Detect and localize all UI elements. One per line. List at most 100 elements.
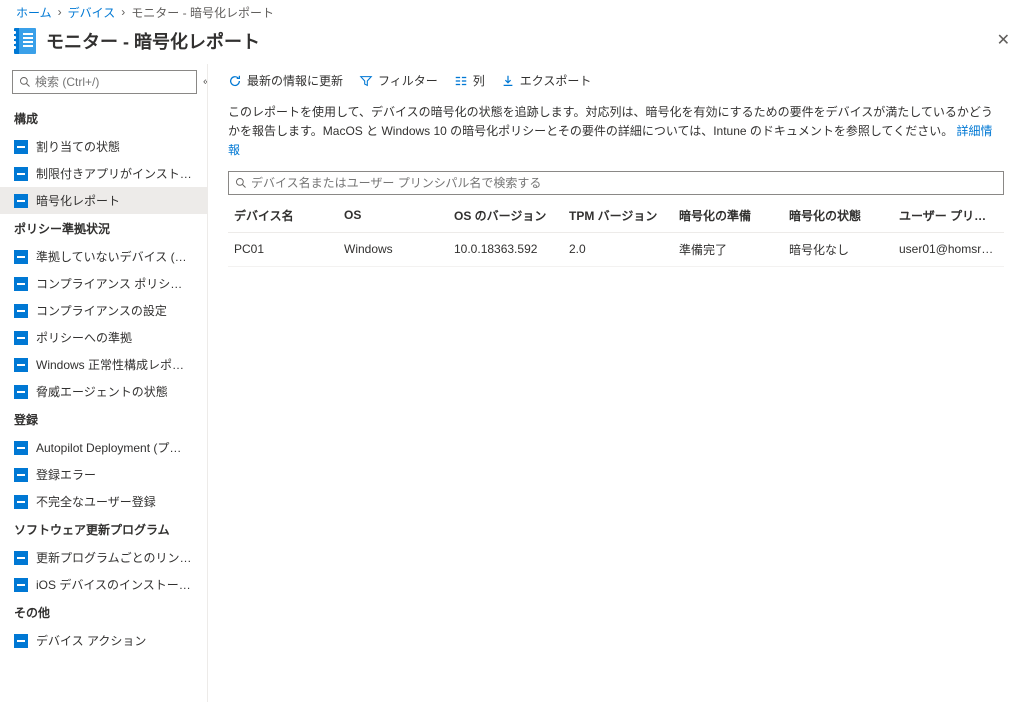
sidebar-item[interactable]: 暗号化レポート	[0, 187, 207, 214]
sidebar-item-label: 更新プログラムごとのリングの展開の...	[36, 549, 193, 566]
col-osversion[interactable]: OS のバージョン	[454, 207, 569, 224]
monitor-item-icon	[14, 304, 28, 318]
close-icon[interactable]: ✕	[997, 30, 1010, 50]
monitor-item-icon	[14, 167, 28, 181]
sidebar-item-label: 登録エラー	[36, 466, 96, 483]
sidebar-item-label: コンプライアンス ポリシーのないデバイ...	[36, 275, 193, 292]
monitor-item-icon	[14, 358, 28, 372]
monitor-item-icon	[14, 277, 28, 291]
sidebar-item-label: 制限付きアプリがインストールされた...	[36, 165, 193, 182]
sidebar-item[interactable]: コンプライアンスの設定	[0, 297, 207, 324]
encryption-table: デバイス名 OS OS のバージョン TPM バージョン 暗号化の準備 暗号化の…	[228, 199, 1004, 267]
monitor-report-icon	[14, 28, 36, 54]
toolbar: 最新の情報に更新 フィルター 列 エクスポート	[208, 64, 1024, 97]
columns-button[interactable]: 列	[454, 72, 485, 89]
sidebar-item[interactable]: 準拠していないデバイス (プレビュー)	[0, 243, 207, 270]
sidebar-item-label: Autopilot Deployment (プレビュー)	[36, 439, 193, 456]
table-row[interactable]: PC01Windows10.0.18363.5922.0準備完了暗号化なしuse…	[228, 233, 1004, 267]
breadcrumb-home[interactable]: ホーム	[16, 4, 52, 21]
sidebar-item[interactable]: 更新プログラムごとのリングの展開の...	[0, 544, 207, 571]
monitor-item-icon	[14, 468, 28, 482]
sidebar-item[interactable]: iOS デバイスのインストール エラー	[0, 571, 207, 598]
sidebar-group-title: ポリシー準拠状況	[0, 214, 207, 243]
sidebar-item[interactable]: ポリシーへの準拠	[0, 324, 207, 351]
description: このレポートを使用して、デバイスの暗号化の状態を追跡します。対応列は、暗号化を有…	[208, 97, 1024, 171]
table-filter-box[interactable]	[228, 171, 1004, 195]
cell-state: 暗号化なし	[789, 241, 899, 258]
columns-label: 列	[473, 72, 485, 89]
col-tpm[interactable]: TPM バージョン	[569, 207, 679, 224]
sidebar-item[interactable]: 制限付きアプリがインストールされた...	[0, 160, 207, 187]
sidebar-item[interactable]: 登録エラー	[0, 461, 207, 488]
export-icon	[501, 74, 515, 88]
cell-tpm: 2.0	[569, 242, 679, 256]
table-filter-input[interactable]	[251, 176, 997, 190]
sidebar-item[interactable]: 不完全なユーザー登録	[0, 488, 207, 515]
search-icon	[235, 177, 247, 189]
cell-os: Windows	[344, 242, 454, 256]
content-pane: 最新の情報に更新 フィルター 列 エクスポート このレポートを使用して、デバイス…	[208, 64, 1024, 702]
breadcrumb-devices[interactable]: デバイス	[68, 4, 116, 21]
col-ready[interactable]: 暗号化の準備	[679, 207, 789, 224]
monitor-item-icon	[14, 495, 28, 509]
sidebar-item[interactable]: 割り当ての状態	[0, 133, 207, 160]
page-title: モニター - 暗号化レポート	[46, 28, 260, 54]
sidebar-search-input[interactable]	[35, 75, 190, 89]
sidebar-item-label: Windows 正常性構成レポート	[36, 356, 193, 373]
sidebar-item-label: コンプライアンスの設定	[36, 302, 167, 319]
col-upn[interactable]: ユーザー プリンシパル名	[899, 207, 998, 224]
sidebar-group-title: 構成	[0, 104, 207, 133]
sidebar-search-box[interactable]	[12, 70, 197, 94]
sidebar: « 構成割り当ての状態制限付きアプリがインストールされた...暗号化レポートポリ…	[0, 64, 208, 702]
monitor-item-icon	[14, 194, 28, 208]
sidebar-item-label: 割り当ての状態	[36, 138, 120, 155]
export-label: エクスポート	[520, 72, 592, 89]
sidebar-item-label: 暗号化レポート	[36, 192, 120, 209]
sidebar-item[interactable]: コンプライアンス ポリシーのないデバイ...	[0, 270, 207, 297]
sidebar-group-title: 登録	[0, 405, 207, 434]
sidebar-item[interactable]: 脅威エージェントの状態	[0, 378, 207, 405]
col-state[interactable]: 暗号化の状態	[789, 207, 899, 224]
col-device[interactable]: デバイス名	[234, 207, 344, 224]
sidebar-item-label: 脅威エージェントの状態	[36, 383, 168, 400]
filter-label: フィルター	[378, 72, 438, 89]
table-header: デバイス名 OS OS のバージョン TPM バージョン 暗号化の準備 暗号化の…	[228, 199, 1004, 233]
sidebar-item-label: デバイス アクション	[36, 632, 146, 649]
sidebar-group-title: ソフトウェア更新プログラム	[0, 515, 207, 544]
monitor-item-icon	[14, 441, 28, 455]
monitor-item-icon	[14, 634, 28, 648]
columns-icon	[454, 74, 468, 88]
blade-header: モニター - 暗号化レポート ✕	[0, 24, 1024, 64]
monitor-item-icon	[14, 331, 28, 345]
sidebar-item-label: 準拠していないデバイス (プレビュー)	[36, 248, 193, 265]
chevron-right-icon: ›	[121, 5, 125, 19]
cell-ready: 準備完了	[679, 241, 789, 258]
sidebar-item-label: ポリシーへの準拠	[36, 329, 132, 346]
col-os[interactable]: OS	[344, 208, 454, 222]
refresh-icon	[228, 74, 242, 88]
sidebar-group-title: その他	[0, 598, 207, 627]
cell-device: PC01	[234, 242, 344, 256]
breadcrumb-current: モニター - 暗号化レポート	[131, 4, 274, 21]
monitor-item-icon	[14, 385, 28, 399]
monitor-item-icon	[14, 578, 28, 592]
refresh-button[interactable]: 最新の情報に更新	[228, 72, 343, 89]
export-button[interactable]: エクスポート	[501, 72, 592, 89]
sidebar-item[interactable]: Autopilot Deployment (プレビュー)	[0, 434, 207, 461]
monitor-item-icon	[14, 140, 28, 154]
filter-icon	[359, 74, 373, 88]
sidebar-item[interactable]: Windows 正常性構成レポート	[0, 351, 207, 378]
refresh-label: 最新の情報に更新	[247, 72, 343, 89]
breadcrumb: ホーム › デバイス › モニター - 暗号化レポート	[0, 0, 1024, 24]
monitor-item-icon	[14, 250, 28, 264]
chevron-right-icon: ›	[58, 5, 62, 19]
sidebar-item-label: iOS デバイスのインストール エラー	[36, 576, 193, 593]
search-icon	[19, 76, 31, 88]
cell-upn: user01@homsre.on...	[899, 242, 998, 256]
sidebar-item[interactable]: デバイス アクション	[0, 627, 207, 654]
description-text: このレポートを使用して、デバイスの暗号化の状態を追跡します。対応列は、暗号化を有…	[228, 105, 993, 138]
sidebar-item-label: 不完全なユーザー登録	[36, 493, 156, 510]
monitor-item-icon	[14, 551, 28, 565]
filter-button[interactable]: フィルター	[359, 72, 438, 89]
cell-osversion: 10.0.18363.592	[454, 242, 569, 256]
